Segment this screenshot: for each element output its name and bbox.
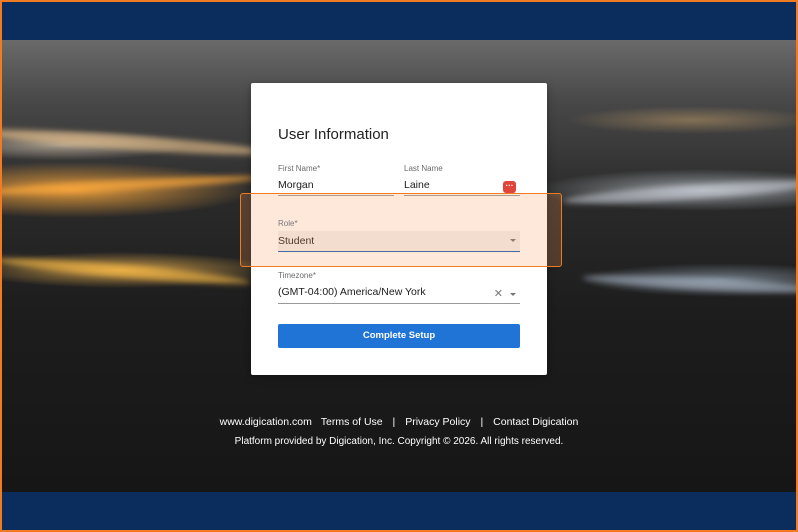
- footer-link-privacy[interactable]: Privacy Policy: [405, 416, 470, 428]
- first-name-underline: [278, 195, 394, 196]
- footer-link-contact[interactable]: Contact Digication: [493, 416, 578, 428]
- top-bar: [2, 2, 796, 40]
- footer-copyright: Platform provided by Digication, Inc. Co…: [234, 436, 564, 447]
- light-streak: [2, 253, 253, 289]
- last-name-underline: [404, 195, 520, 196]
- page-title: User Information: [278, 126, 389, 143]
- timezone-select[interactable]: Timezone* (GMT-04:00) America/New York ✕: [278, 271, 520, 304]
- footer-link-terms[interactable]: Terms of Use: [321, 416, 383, 428]
- footer-link-website[interactable]: www.digication.com: [220, 416, 312, 428]
- first-name-field[interactable]: First Name* Morgan: [278, 164, 394, 196]
- complete-setup-button[interactable]: Complete Setup: [278, 324, 520, 348]
- footer-separator: |: [480, 416, 484, 428]
- last-name-field[interactable]: Last Name Laine ···: [404, 164, 520, 196]
- chevron-down-icon[interactable]: [510, 293, 516, 296]
- user-information-card: User Information First Name* Morgan Last…: [251, 83, 547, 375]
- chevron-down-icon[interactable]: [510, 239, 516, 242]
- role-value-box[interactable]: Student: [278, 231, 520, 251]
- close-icon[interactable]: ✕: [494, 289, 503, 300]
- footer-links: www.digication.com Terms of Use | Privac…: [2, 416, 796, 428]
- password-manager-icon[interactable]: ···: [503, 181, 516, 193]
- bottom-bar: [2, 492, 796, 530]
- timezone-value: (GMT-04:00) America/New York: [278, 286, 426, 298]
- timezone-underline: [278, 303, 520, 304]
- role-value: Student: [278, 235, 315, 247]
- light-streak: [2, 124, 273, 160]
- first-name-label: First Name*: [278, 164, 321, 173]
- role-select[interactable]: Role* Student: [278, 219, 520, 252]
- footer-separator: |: [392, 416, 396, 428]
- role-label: Role*: [278, 219, 298, 228]
- app-frame: User Information First Name* Morgan Last…: [2, 2, 796, 530]
- first-name-input[interactable]: Morgan: [278, 179, 394, 191]
- last-name-label: Last Name: [404, 164, 443, 173]
- light-streak: [581, 271, 796, 297]
- light-streak: [561, 175, 796, 209]
- role-underline: [278, 250, 520, 252]
- timezone-label: Timezone*: [278, 271, 316, 280]
- light-streak: [2, 172, 263, 198]
